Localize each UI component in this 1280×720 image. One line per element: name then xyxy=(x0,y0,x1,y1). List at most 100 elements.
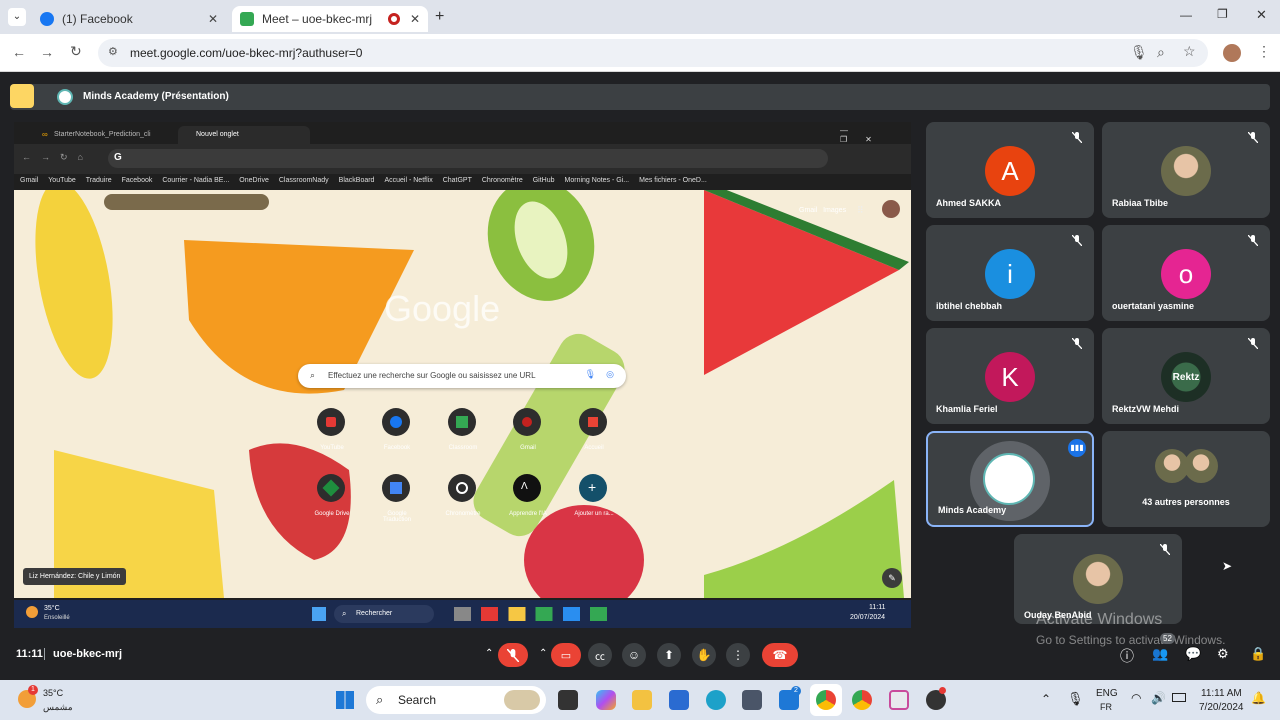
edge-icon[interactable] xyxy=(706,690,726,710)
back-icon[interactable]: ← xyxy=(12,44,26,60)
menu-icon[interactable]: ⋮ xyxy=(1257,43,1271,60)
zoom-icon[interactable]: ⌕ xyxy=(1157,44,1165,61)
volume-icon[interactable]: 🔊 xyxy=(1151,691,1166,705)
new-tab-button[interactable]: + xyxy=(435,8,444,26)
shortcut xyxy=(448,408,476,436)
site-info-icon[interactable]: ⚙ xyxy=(108,45,118,58)
muted-mic-icon xyxy=(507,648,519,662)
shared-screen: ∞ StarterNotebook_Prediction_cli Nouvel … xyxy=(14,122,911,628)
chrome-profile-icon[interactable] xyxy=(852,690,872,710)
top-links: Gmail Images xyxy=(799,207,847,214)
participant-photo xyxy=(1161,146,1211,196)
participant-name: ouertatani yasmine xyxy=(1112,301,1195,311)
meeting-info-icon[interactable]: ⓘ xyxy=(1120,646,1134,666)
microphone-icon[interactable]: 🎙 xyxy=(1067,691,1084,707)
snipping-tool-icon[interactable] xyxy=(889,690,909,710)
shared-tab: ∞ StarterNotebook_Prediction_cli xyxy=(38,126,168,144)
bookmark: Facebook xyxy=(121,177,153,184)
bookmark: Chronomètre xyxy=(481,177,523,184)
maximize-window-button[interactable]: ❐ xyxy=(1217,7,1228,21)
participant-name: Ahmed SAKKA xyxy=(936,198,1002,208)
bookmark-star-icon[interactable]: ☆ xyxy=(1183,43,1196,60)
more-participants-tile[interactable]: 43 autres personnes xyxy=(1102,431,1270,527)
copilot-icon[interactable] xyxy=(596,690,616,710)
minimize-window-button[interactable]: — xyxy=(1180,8,1192,22)
close-window-button[interactable]: ✕ xyxy=(1256,7,1267,23)
shortcut xyxy=(382,474,410,502)
meet-icon xyxy=(240,12,254,26)
activities-icon[interactable]: ⚙ xyxy=(1217,646,1229,662)
url-input[interactable]: ⚙ meet.google.com/uoe-bkec-mrj?authuser=… xyxy=(98,39,1208,67)
more-options-button[interactable]: ⋮ xyxy=(726,643,750,667)
microphone-icon[interactable]: 🎙 xyxy=(1130,44,1148,61)
participant-tile[interactable]: Rektz RektzVW Mehdi xyxy=(1102,328,1270,424)
shortcut xyxy=(317,474,345,502)
gmail-icon xyxy=(522,417,532,427)
close-tab-icon[interactable]: ✕ xyxy=(208,12,218,26)
host-controls-icon[interactable]: 🔒 xyxy=(1250,646,1266,662)
captions-button[interactable]: ㏄ xyxy=(588,643,612,667)
people-icon[interactable]: 👥 xyxy=(1152,646,1168,662)
participant-tile-speaking[interactable]: ▮▮▮ Minds Academy xyxy=(926,431,1094,527)
file-explorer-icon[interactable] xyxy=(632,690,652,710)
close-tab-icon[interactable]: ✕ xyxy=(410,12,420,26)
calculator-icon[interactable] xyxy=(742,690,762,710)
task-view-icon[interactable] xyxy=(558,690,578,710)
profile-avatar[interactable] xyxy=(1223,44,1241,62)
shortcut: + xyxy=(579,474,607,502)
participant-tile[interactable]: i ibtihel chebbah xyxy=(926,225,1094,321)
mic-options-chevron[interactable]: ⌃ xyxy=(485,648,493,659)
meeting-time: 11:11 xyxy=(16,648,43,660)
forward-icon[interactable]: → xyxy=(40,44,54,60)
shortcut-label: YouTube xyxy=(320,445,344,451)
chat-icon[interactable]: 💬 xyxy=(1185,646,1201,662)
tab-search-button[interactable]: ⌄ xyxy=(8,8,26,26)
weather-desc: مشمس xyxy=(43,702,73,712)
participant-tile[interactable]: A Ahmed SAKKA xyxy=(926,122,1094,218)
presenter-avatar xyxy=(57,89,73,105)
participant-tile[interactable]: K Khamlia Feriel xyxy=(926,328,1094,424)
windows-start-icon[interactable] xyxy=(336,691,354,709)
captions-icon: ㏄ xyxy=(595,651,605,663)
present-button[interactable]: ⬆ xyxy=(657,643,681,667)
shared-taskbar: 35°C Ensoleillé ⌕ Rechercher 11:11 20/07… xyxy=(14,600,911,628)
clock-time[interactable]: 11:11 AM xyxy=(1201,688,1242,699)
participant-name: ibtihel chebbah xyxy=(936,301,1003,311)
url-text: meet.google.com/uoe-bkec-mrj?authuser=0 xyxy=(130,46,363,60)
tab-meet[interactable]: Meet – uoe-bkec-mrj ✕ xyxy=(232,6,428,32)
mic-button[interactable] xyxy=(498,643,528,667)
reactions-button[interactable]: ☺ xyxy=(622,643,646,667)
notifications-icon[interactable]: 🔔 xyxy=(1251,691,1266,705)
tab-facebook[interactable]: (1) Facebook ✕ xyxy=(32,6,226,32)
raise-hand-button[interactable]: ✋ xyxy=(692,643,716,667)
participant-photo: Rektz xyxy=(1161,352,1211,402)
taskbar-search-box[interactable]: ⌕ Search xyxy=(366,686,546,714)
chrome-icon[interactable] xyxy=(816,690,836,710)
battery-icon[interactable] xyxy=(1172,693,1186,702)
wifi-icon[interactable]: ◠ xyxy=(1131,691,1141,705)
camera-options-chevron[interactable]: ⌃ xyxy=(539,648,547,659)
muted-mic-icon xyxy=(1072,235,1082,246)
participant-avatar: i xyxy=(985,249,1035,299)
reload-icon[interactable]: ↻ xyxy=(70,43,82,60)
browser-tab-strip: ⌄ (1) Facebook ✕ Meet – uoe-bkec-mrj ✕ +… xyxy=(0,0,1280,34)
camera-button[interactable]: ▭ xyxy=(551,643,581,667)
participant-tile[interactable]: Rabiaa Tbibe xyxy=(1102,122,1270,218)
shortcut xyxy=(448,474,476,502)
weather-desc: Ensoleillé xyxy=(44,615,70,621)
shortcut-label: Classroom xyxy=(448,445,478,451)
participant-tile[interactable]: o ouertatani yasmine xyxy=(1102,225,1270,321)
app-badge xyxy=(939,687,946,694)
participant-name: Khamlia Feriel xyxy=(936,404,998,414)
show-hidden-icons-icon[interactable]: ⌃ xyxy=(1041,692,1051,706)
notification-badge: 1 xyxy=(28,685,38,695)
participant-photo xyxy=(1073,554,1123,604)
apps-icon: ⠿ xyxy=(857,205,864,215)
store-icon[interactable] xyxy=(669,690,689,710)
search-icon: ⌕ xyxy=(342,609,347,618)
leave-call-button[interactable]: ☎ xyxy=(762,643,798,667)
stop-presenting-icon[interactable] xyxy=(10,84,34,108)
language-indicator[interactable]: ENG xyxy=(1096,688,1118,699)
shared-url-input: G xyxy=(108,149,828,168)
language-sub: FR xyxy=(1100,702,1112,712)
